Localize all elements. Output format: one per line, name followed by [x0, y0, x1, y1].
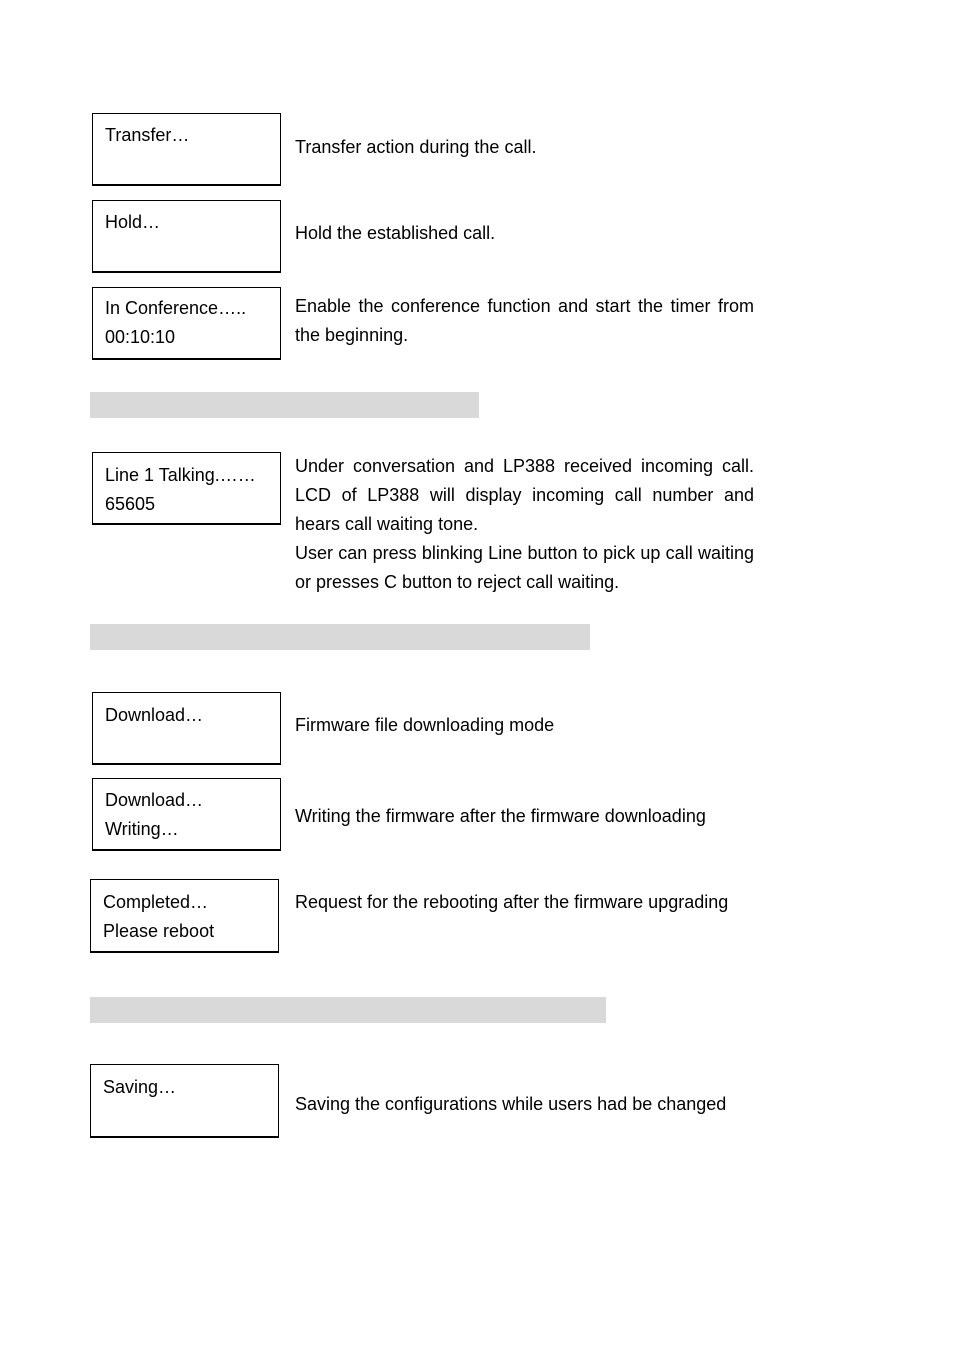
- description-hold: Hold the established call.: [295, 223, 496, 243]
- description-transfer: Transfer action during the call.: [295, 137, 537, 157]
- description-paragraph: User can press blinking Line button to p…: [295, 543, 754, 592]
- lcd-line-1: Saving…: [103, 1077, 177, 1097]
- description-conference: Enable the conference function and start…: [295, 292, 754, 350]
- lcd-line-2: Please reboot: [103, 921, 215, 941]
- lcd-line-2: Writing…: [105, 819, 179, 839]
- description-saving: Saving the configurations while users ha…: [295, 1094, 727, 1114]
- section-heading-bar: [90, 392, 479, 418]
- description-paragraph: Under conversation and LP388 received in…: [295, 456, 754, 534]
- lcd-line-1: Completed…: [103, 892, 209, 912]
- lcd-display-download: Download…: [92, 692, 281, 765]
- lcd-display-hold: Hold…: [92, 200, 281, 273]
- lcd-line-1: In Conference…..: [105, 298, 247, 318]
- lcd-display-call-waiting: Line 1 Talking.…… 65605: [92, 452, 281, 525]
- lcd-line-1: Download…: [105, 705, 204, 725]
- section-heading-bar: [90, 997, 606, 1023]
- lcd-line-1: Download…: [105, 790, 204, 810]
- lcd-display-completed: Completed… Please reboot: [90, 879, 279, 953]
- lcd-display-conference: In Conference….. 00:10:10: [92, 287, 281, 360]
- description-completed: Request for the rebooting after the firm…: [295, 888, 754, 917]
- description-call-waiting: Under conversation and LP388 received in…: [295, 452, 754, 597]
- description-writing: Writing the firmware after the firmware …: [295, 806, 706, 826]
- lcd-display-transfer: Transfer…: [92, 113, 281, 186]
- section-heading-bar: [90, 624, 590, 650]
- lcd-display-saving: Saving…: [90, 1064, 279, 1138]
- lcd-line-2: 00:10:10: [105, 327, 176, 347]
- description-download: Firmware file downloading mode: [295, 715, 555, 735]
- lcd-line-1: Line 1 Talking.……: [105, 465, 256, 485]
- lcd-line-2: 65605: [105, 494, 156, 514]
- description-paragraph: Request for the rebooting after the firm…: [295, 892, 729, 912]
- lcd-line-1: Hold…: [105, 212, 161, 232]
- lcd-line-1: Transfer…: [105, 125, 190, 145]
- lcd-display-writing: Download… Writing…: [92, 778, 281, 851]
- description-paragraph: Enable the conference function and start…: [295, 296, 754, 345]
